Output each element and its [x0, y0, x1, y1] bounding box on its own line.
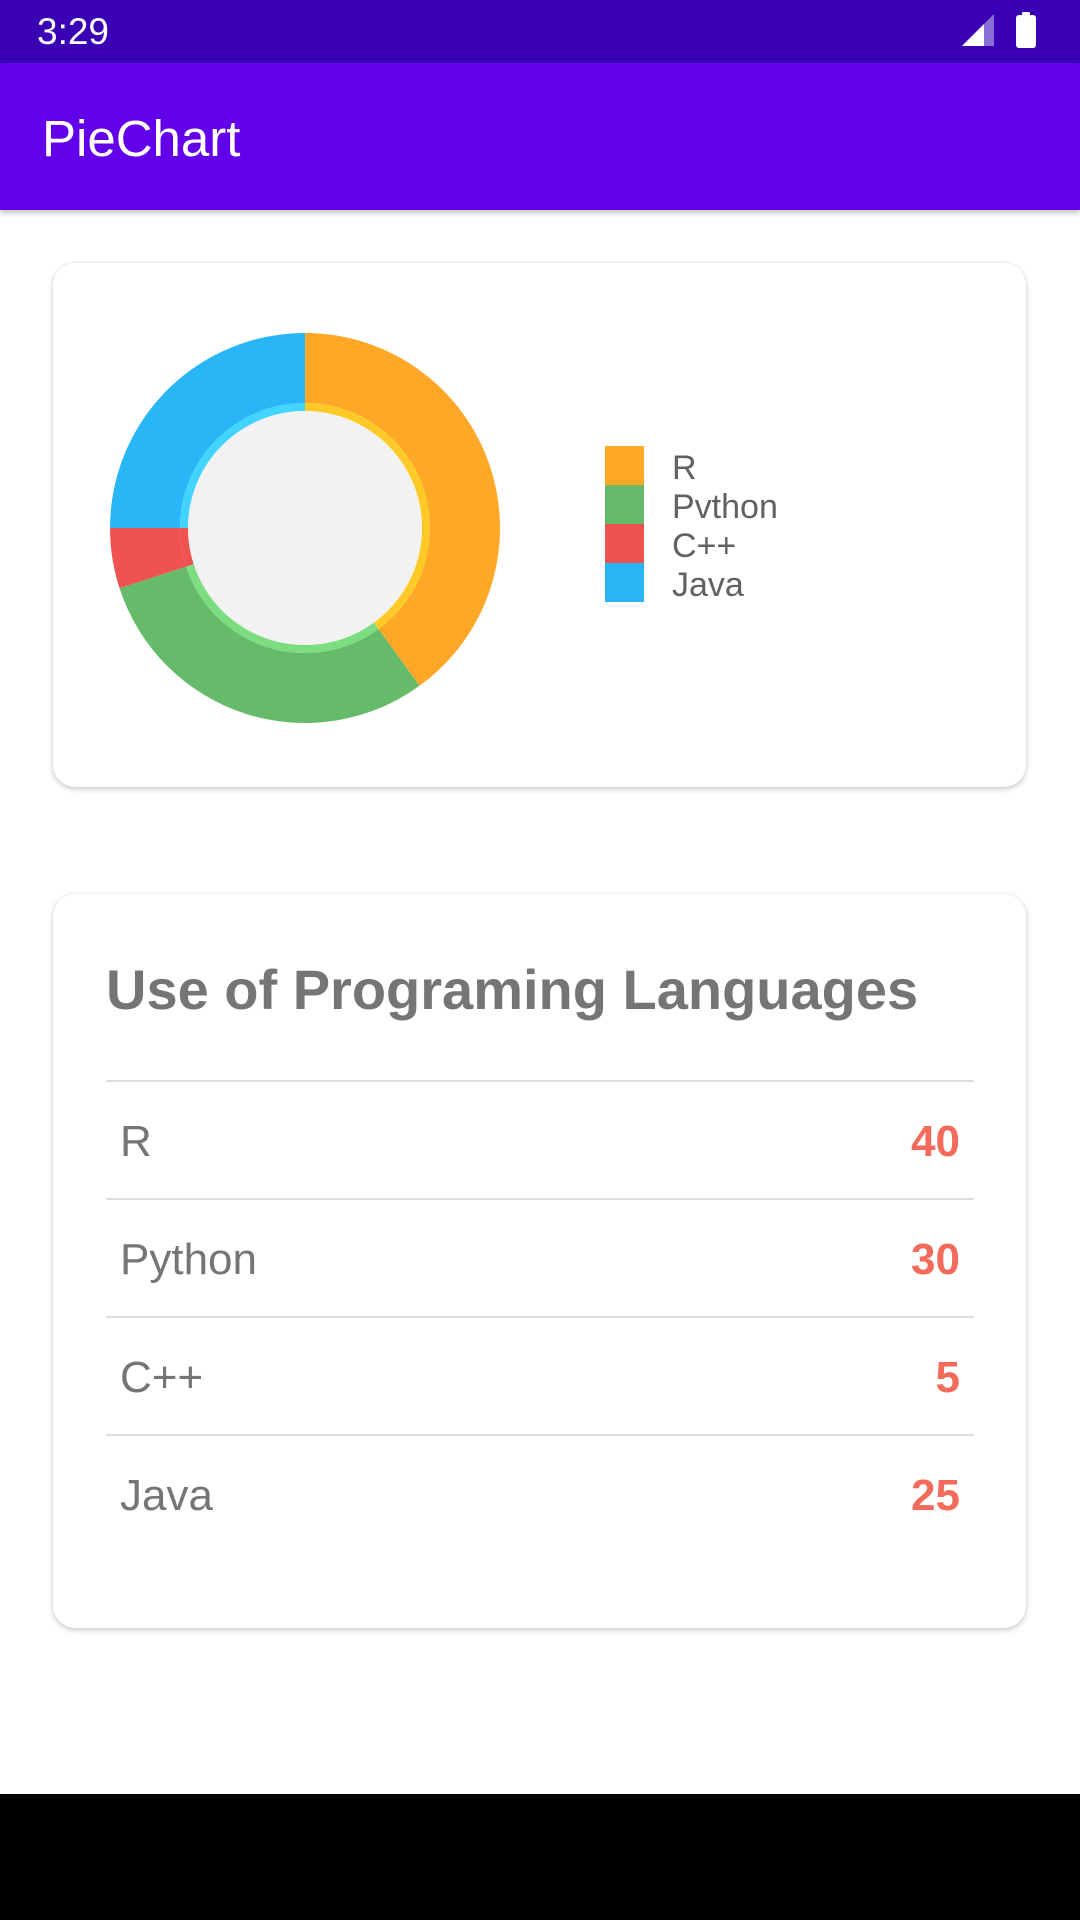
table-row: C++ 5 [106, 1316, 974, 1434]
legend-swatch [605, 446, 644, 485]
legend-item: Java [605, 563, 865, 604]
legend-item: C++ [605, 524, 865, 565]
legend-item: Pvthon [605, 485, 865, 526]
row-value: 30 [911, 1235, 960, 1284]
legend-swatch [605, 563, 644, 602]
row-language-name: C++ [120, 1353, 204, 1402]
legend-label: Java [672, 566, 744, 604]
legend-item: R [605, 446, 865, 487]
navigation-bar [0, 1794, 1080, 1920]
data-table: R 40 Python 30 C++ 5 Java 25 [106, 1080, 974, 1552]
table-row: Java 25 [106, 1434, 974, 1552]
row-language-name: R [120, 1117, 152, 1166]
chart-card: R Pvthon C++ Java [53, 263, 1026, 787]
data-table-card: Use of Programing Languages R 40 Python … [53, 894, 1026, 1628]
chart-legend: R Pvthon C++ Java [605, 446, 865, 604]
status-icons [962, 12, 1036, 48]
legend-swatch [605, 485, 644, 524]
table-row: Python 30 [106, 1198, 974, 1316]
row-value: 40 [911, 1117, 960, 1166]
donut-chart[interactable] [105, 328, 505, 728]
row-language-name: Python [120, 1235, 257, 1284]
cellular-signal-icon [962, 14, 994, 46]
app-title: PieChart [42, 110, 241, 167]
row-value: 25 [911, 1471, 960, 1520]
battery-icon [1016, 12, 1036, 48]
table-row: R 40 [106, 1080, 974, 1198]
status-time: 3:29 [37, 11, 110, 52]
row-language-name: Java [120, 1471, 213, 1520]
app-bar: PieChart [0, 63, 1080, 210]
table-title: Use of Programing Languages [106, 958, 919, 1021]
legend-swatch [605, 524, 644, 563]
status-bar: 3:29 [0, 0, 1080, 63]
legend-label: C++ [672, 527, 737, 565]
donut-hole [188, 411, 422, 645]
row-value: 5 [935, 1353, 960, 1402]
legend-label: R [672, 449, 697, 487]
legend-label: Pvthon [672, 488, 778, 526]
